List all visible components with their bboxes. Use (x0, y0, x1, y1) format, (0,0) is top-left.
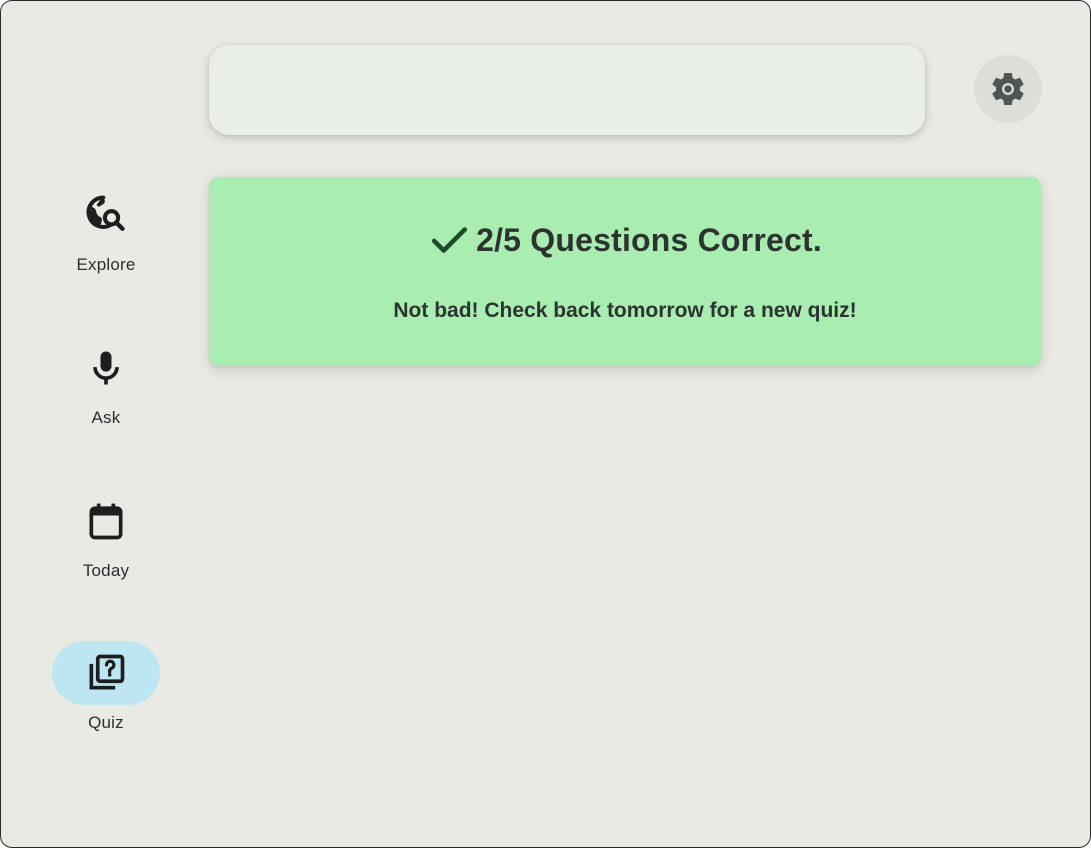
app-window: Explore Ask Today Quiz 2/5 Questions Cor… (0, 0, 1091, 848)
search-input[interactable] (209, 45, 925, 135)
nav-label-ask: Ask (91, 408, 121, 427)
nav-item-today[interactable]: Today (52, 489, 160, 581)
nav-label-quiz: Quiz (88, 713, 124, 732)
nav-pill (52, 336, 160, 400)
nav-pill (52, 183, 160, 247)
result-title-row: 2/5 Questions Correct. (209, 219, 1041, 261)
nav-item-quiz[interactable]: Quiz (52, 641, 160, 733)
settings-button[interactable] (974, 55, 1042, 123)
microphone-icon (93, 351, 119, 385)
search-bar[interactable] (209, 45, 925, 135)
checkmark-icon (431, 227, 468, 253)
nav-pill-active (52, 641, 160, 705)
calendar-icon (89, 503, 123, 540)
quiz-icon (89, 654, 125, 690)
nav-item-explore[interactable]: Explore (52, 183, 160, 275)
nav-item-ask[interactable]: Ask (52, 336, 160, 428)
result-message: Not bad! Check back tomorrow for a new q… (393, 299, 857, 322)
nav-pill (52, 489, 160, 553)
globe-search-icon (86, 195, 125, 231)
quiz-result-card: 2/5 Questions Correct. Not bad! Check ba… (209, 177, 1041, 366)
nav-label-explore: Explore (76, 255, 136, 274)
result-title: 2/5 Questions Correct. (476, 221, 822, 258)
gear-icon (992, 72, 1024, 105)
nav-label-today: Today (82, 561, 130, 580)
